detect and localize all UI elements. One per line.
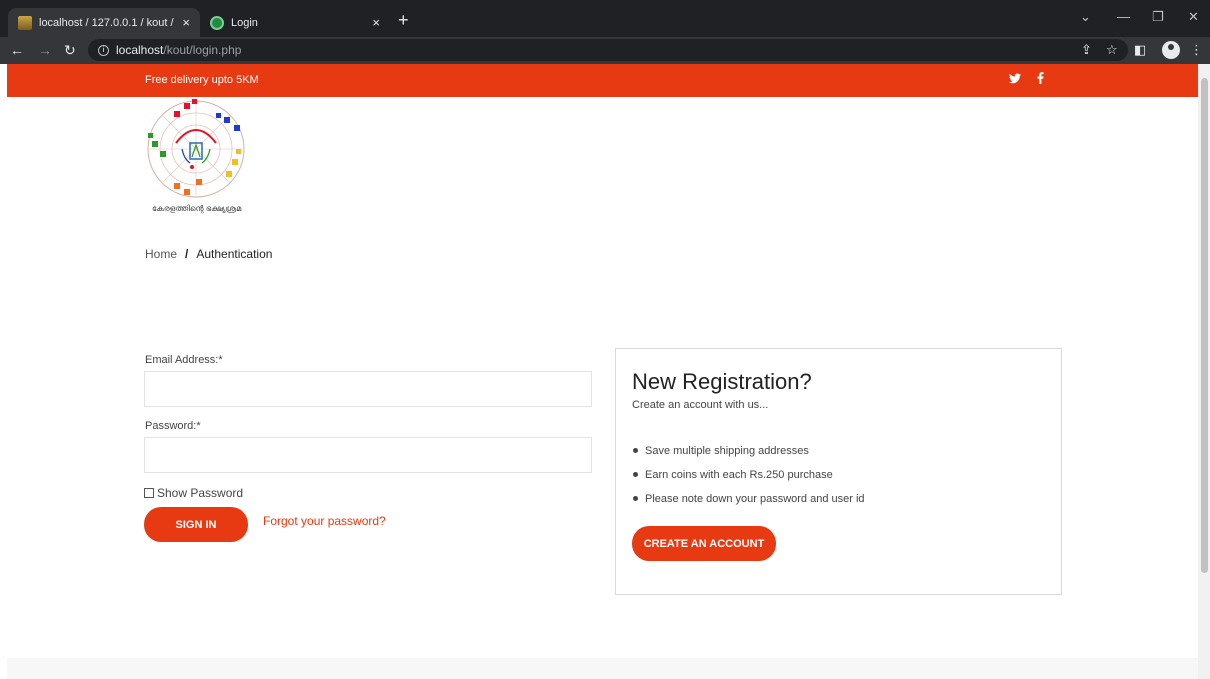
- menu-kebab-icon[interactable]: ⋮: [1190, 42, 1203, 58]
- reload-icon[interactable]: ↻: [64, 42, 76, 58]
- close-icon[interactable]: ×: [372, 15, 380, 30]
- tab-title: Login: [231, 16, 258, 29]
- new-tab-button[interactable]: +: [398, 11, 409, 29]
- address-row: ← → ↻ i localhost/kout/login.php ⇪ ☆ ◧ ⋮: [0, 37, 1210, 64]
- info-icon[interactable]: i: [98, 44, 109, 56]
- bookmark-star-icon[interactable]: ☆: [1106, 42, 1118, 58]
- back-icon[interactable]: ←: [10, 42, 24, 58]
- profile-avatar-icon[interactable]: [1162, 41, 1180, 59]
- site-favicon-icon: [210, 15, 224, 30]
- password-field[interactable]: [144, 437, 592, 473]
- close-icon[interactable]: ×: [182, 15, 190, 30]
- list-item: Earn coins with each Rs.250 purchase: [632, 468, 865, 492]
- show-password-toggle[interactable]: Show Password: [144, 486, 243, 500]
- registration-title: New Registration?: [632, 369, 812, 394]
- tab-title: localhost / 127.0.0.1 / kout / login: [39, 16, 176, 29]
- tab-phpmyadmin[interactable]: localhost / 127.0.0.1 / kout / login ×: [8, 8, 200, 37]
- phpmyadmin-favicon-icon: [18, 15, 32, 30]
- logo-graphic-icon: [147, 99, 245, 198]
- twitter-icon[interactable]: [1009, 72, 1021, 87]
- breadcrumb-separator: /: [185, 247, 189, 261]
- footer-strip: [7, 658, 1198, 679]
- sign-in-button[interactable]: SIGN IN: [144, 507, 248, 542]
- tab-search-icon[interactable]: ⌄: [1080, 9, 1091, 25]
- promo-bar: Free delivery upto 5KM: [7, 64, 1198, 97]
- minimize-icon[interactable]: —: [1117, 9, 1130, 24]
- side-panel-icon[interactable]: ◧: [1134, 42, 1146, 58]
- forgot-password-link[interactable]: Forgot your password?: [263, 514, 386, 528]
- create-account-button[interactable]: CREATE AN ACCOUNT: [632, 526, 776, 561]
- benefit-list: Save multiple shipping addresses Earn co…: [632, 444, 865, 516]
- list-item: Please note down your password and user …: [632, 492, 865, 516]
- window-close-icon[interactable]: ✕: [1188, 9, 1199, 25]
- registration-panel: New Registration? Create an account with…: [615, 348, 1062, 595]
- site-logo[interactable]: [144, 99, 249, 217]
- address-bar[interactable]: i localhost/kout/login.php: [88, 39, 1128, 61]
- facebook-icon[interactable]: [1037, 72, 1044, 87]
- show-password-label: Show Password: [157, 486, 244, 500]
- delivery-text: Free delivery upto 5KM: [145, 74, 259, 86]
- forward-icon[interactable]: →: [38, 42, 52, 58]
- url-host: localhost: [116, 43, 164, 57]
- breadcrumb-current: Authentication: [196, 247, 273, 261]
- tab-login[interactable]: Login ×: [200, 8, 390, 37]
- list-item: Save multiple shipping addresses: [632, 444, 865, 468]
- breadcrumb-home-link[interactable]: Home: [145, 247, 177, 261]
- url-path: /kout/login.php: [163, 43, 242, 57]
- browser-window: localhost / 127.0.0.1 / kout / login × L…: [0, 0, 1210, 679]
- breadcrumb: Home / Authentication: [145, 247, 272, 261]
- scrollbar-thumb[interactable]: [1201, 78, 1208, 573]
- registration-subtitle: Create an account with us...: [632, 399, 769, 411]
- restore-icon[interactable]: ❐: [1152, 9, 1164, 25]
- show-password-checkbox[interactable]: [144, 488, 154, 498]
- email-label: Email Address:*: [145, 354, 223, 366]
- email-field[interactable]: [144, 371, 592, 407]
- password-label: Password:*: [145, 420, 201, 432]
- tab-strip: localhost / 127.0.0.1 / kout / login × L…: [0, 0, 1210, 37]
- logo-caption: കേരളത്തിന്റെ ഭക്ഷ്യശ്രമ: [152, 204, 242, 213]
- share-icon[interactable]: ⇪: [1081, 42, 1092, 58]
- web-page: Free delivery upto 5KM കേരളത്തിന്റെ ഭക്ഷ…: [7, 64, 1198, 679]
